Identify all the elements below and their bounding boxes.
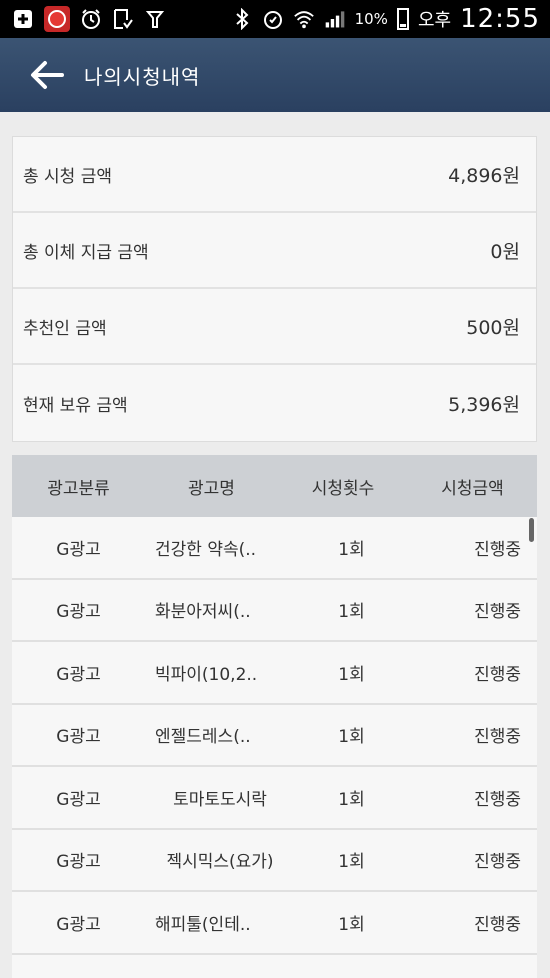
cell-category: G광고 <box>56 789 101 810</box>
cell-view-amount: 진행중 <box>474 602 521 623</box>
cell-view-count: 1회 <box>338 602 365 623</box>
table-scrollbar[interactable] <box>529 518 534 542</box>
cell-view-count: 1회 <box>338 727 365 748</box>
summary-label: 추천인 금액 <box>23 318 107 339</box>
cell-category: G광고 <box>56 852 101 873</box>
cell-category: G광고 <box>56 664 101 685</box>
cell-ad-name: 빅파이(10,2.. <box>155 664 258 685</box>
app-notification-icon-2 <box>144 8 166 30</box>
cell-view-amount: 진행중 <box>474 852 521 873</box>
table-row[interactable]: G광고 화분아저씨(.. 1회 진행중 <box>12 580 537 642</box>
bluetooth-icon <box>231 8 253 30</box>
app-bar: 나의시청내역 <box>0 38 550 112</box>
cell-ad-name: 젝시믹스(요가) <box>166 852 274 873</box>
cell-view-amount: 진행중 <box>474 727 521 748</box>
alarm-icon <box>262 8 284 30</box>
summary-value: 5,396원 <box>448 393 520 416</box>
summary-label: 총 시청 금액 <box>23 166 113 187</box>
cell-ad-name: 해피툴(인테.. <box>155 914 251 935</box>
column-header-view-amount: 시청금액 <box>441 478 504 499</box>
cell-ad-name: 화분아저씨(.. <box>155 602 251 623</box>
table-row[interactable]: G광고 젝시믹스(요가) 1회 진행중 <box>12 830 537 892</box>
cell-view-count: 1회 <box>338 789 365 810</box>
cell-view-count: 1회 <box>338 852 365 873</box>
cell-ad-name: 엔젤드레스(.. <box>155 727 251 748</box>
download-complete-icon <box>112 8 134 30</box>
view-history-table[interactable]: 광고분류 광고명 시청횟수 시청금액 G광고 건강한 약속(.. 1회 진행중 … <box>12 455 537 978</box>
column-header-category: 광고분류 <box>47 478 110 499</box>
table-row[interactable]: G광고 빅파이(10,2.. 1회 진행중 <box>12 642 537 705</box>
wifi-icon <box>293 8 315 30</box>
summary-value: 4,896원 <box>448 164 520 187</box>
back-arrow-icon <box>31 61 64 89</box>
cell-view-count: 1회 <box>338 539 365 560</box>
summary-row-total-view: 총 시청 금액 4,896원 <box>13 137 536 213</box>
app-notification-icon <box>44 6 70 32</box>
signal-strength-icon <box>324 8 346 30</box>
am-pm-label: 오후 <box>417 10 452 31</box>
cell-view-count: 1회 <box>338 914 365 935</box>
cell-category: G광고 <box>56 914 101 935</box>
summary-value: 500원 <box>466 316 520 339</box>
bbm-notification-icon <box>12 8 34 30</box>
cell-view-amount: 진행중 <box>474 914 521 935</box>
cell-ad-name: 건강한 약속(.. <box>155 539 257 560</box>
column-header-ad-name: 광고명 <box>188 478 235 499</box>
table-header: 광고분류 광고명 시청횟수 시청금액 <box>12 455 537 517</box>
table-row[interactable]: G광고 건강한 약속(.. 1회 진행중 <box>12 517 537 580</box>
battery-percentage: 10% <box>354 10 388 28</box>
cell-category: G광고 <box>56 539 101 560</box>
cell-view-count: 1회 <box>338 664 365 685</box>
summary-row-total-transfer: 총 이체 지급 금액 0원 <box>13 213 536 289</box>
battery-icon <box>396 8 409 30</box>
clock: 12:55 <box>460 4 540 34</box>
cell-view-amount: 진행중 <box>474 664 521 685</box>
cell-category: G광고 <box>56 727 101 748</box>
cell-ad-name: 토마토도시락 <box>173 789 267 810</box>
table-row[interactable]: G광고 토마토도시락 1회 진행중 <box>12 767 537 830</box>
status-bar: 10% 오후 12:55 <box>0 0 550 38</box>
table-row[interactable]: G광고 해피툴(인테.. 1회 진행중 <box>12 892 537 955</box>
summary-row-current-balance: 현재 보유 금액 5,396원 <box>13 365 536 441</box>
summary-label: 현재 보유 금액 <box>23 395 128 416</box>
alarm-clock-icon <box>80 8 102 30</box>
cell-category: G광고 <box>56 602 101 623</box>
page-title: 나의시청내역 <box>84 64 201 89</box>
column-header-view-count: 시청횟수 <box>311 478 375 499</box>
table-row[interactable]: G광고 엔젤드레스(.. 1회 진행중 <box>12 705 537 767</box>
summary-label: 총 이체 지급 금액 <box>23 242 149 263</box>
summary-value: 0원 <box>490 240 520 263</box>
summary-card: 총 시청 금액 4,896원 총 이체 지급 금액 0원 추천인 금액 500원… <box>12 136 537 442</box>
summary-row-referral: 추천인 금액 500원 <box>13 289 536 365</box>
back-button[interactable] <box>18 46 76 104</box>
cell-view-amount: 진행중 <box>474 789 521 810</box>
cell-view-amount: 진행중 <box>474 539 521 560</box>
